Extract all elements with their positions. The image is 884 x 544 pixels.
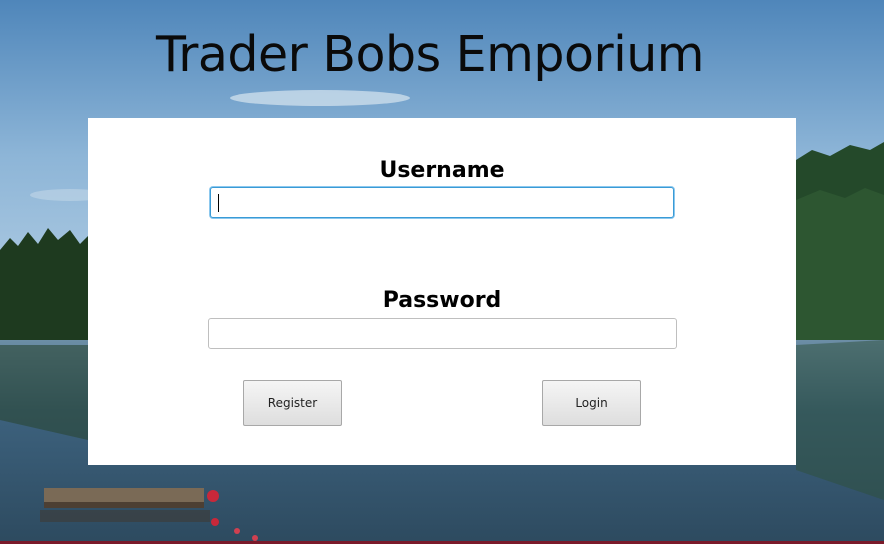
login-window: Trader Bobs Emporium Username Password R…	[0, 0, 884, 544]
login-button[interactable]: Login	[542, 380, 641, 426]
password-label: Password	[382, 288, 502, 313]
password-input[interactable]	[208, 318, 677, 349]
text-cursor	[218, 194, 219, 212]
username-input[interactable]	[210, 187, 674, 218]
register-button[interactable]: Register	[243, 380, 342, 426]
username-label: Username	[379, 158, 505, 183]
login-panel: Username Password Register Login	[88, 118, 796, 465]
app-title: Trader Bobs Emporium	[156, 26, 705, 83]
